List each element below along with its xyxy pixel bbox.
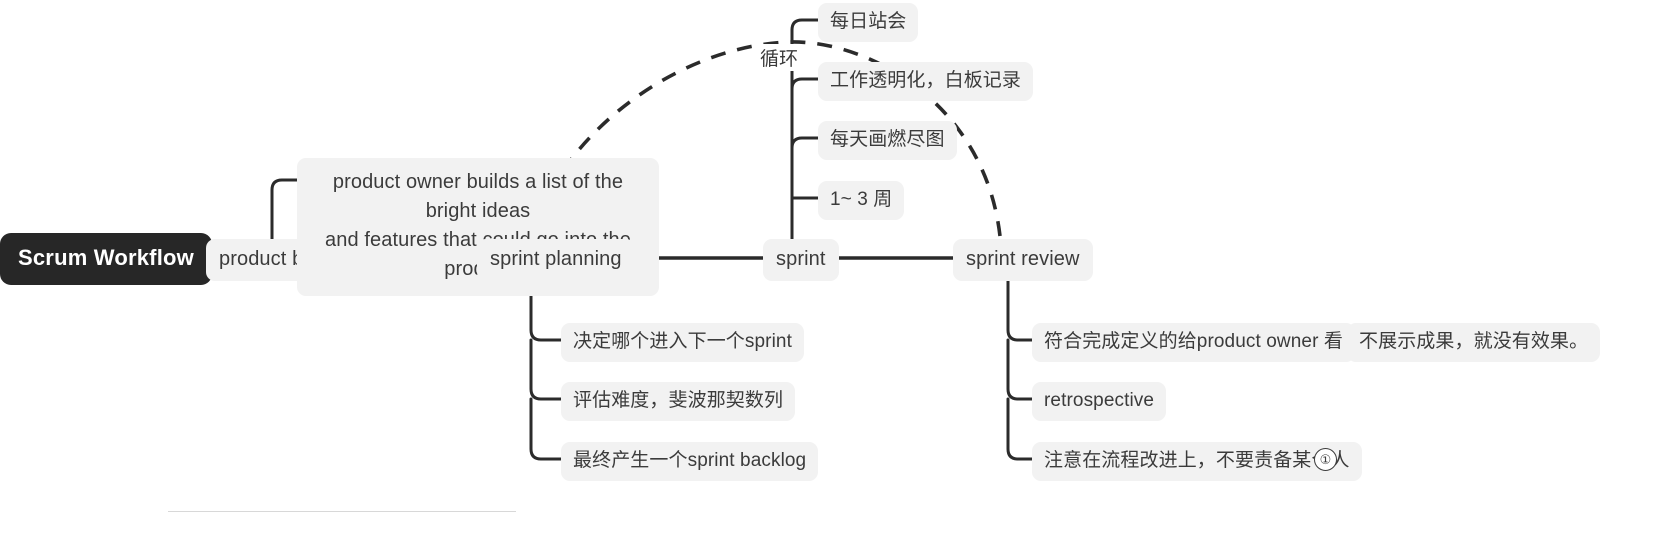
- branch-node-sprint-planning[interactable]: sprint planning: [477, 239, 635, 281]
- branch-node-sprint[interactable]: sprint: [763, 239, 839, 281]
- branch-node-sprint-review[interactable]: sprint review: [953, 239, 1093, 281]
- leaf-node-show-to-product-owner[interactable]: 符合完成定义的给product owner 看: [1032, 323, 1355, 362]
- leaf-node-estimate-difficulty[interactable]: 评估难度，斐波那契数列: [561, 382, 796, 421]
- root-node-scrum-workflow[interactable]: Scrum Workflow: [0, 233, 212, 285]
- mindmap-canvas: Scrum Workflow product backlog product o…: [0, 0, 1658, 542]
- leaf-node-decide-next-sprint[interactable]: 决定哪个进入下一个sprint: [561, 323, 804, 362]
- leaf-node-daily-standup[interactable]: 每日站会: [818, 3, 919, 42]
- leaf-node-no-demo-no-effect[interactable]: 不展示成果，就没有效果。: [1347, 323, 1601, 362]
- cut-off-node-divider: [168, 511, 516, 512]
- footnote-marker-icon: ①: [1314, 448, 1337, 471]
- leaf-node-focus-on-process[interactable]: 注意在流程改进上，不要责备某个人: [1032, 442, 1362, 481]
- leaf-node-work-transparency[interactable]: 工作透明化，白板记录: [818, 62, 1034, 101]
- leaf-node-retrospective[interactable]: retrospective: [1032, 382, 1167, 421]
- leaf-node-sprint-duration[interactable]: 1~ 3 周: [818, 181, 905, 220]
- loop-edge-label: 循环: [757, 44, 802, 71]
- leaf-node-burndown-chart[interactable]: 每天画燃尽图: [818, 121, 957, 160]
- leaf-node-produce-sprint-backlog[interactable]: 最终产生一个sprint backlog: [561, 442, 819, 481]
